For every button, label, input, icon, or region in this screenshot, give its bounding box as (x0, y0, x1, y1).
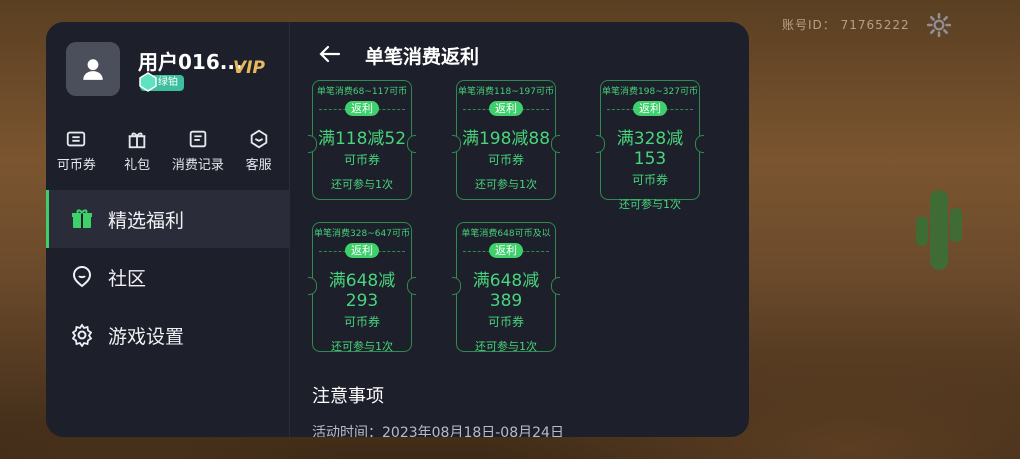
username: 用户016... (138, 50, 243, 74)
sidebar-item-label: 社区 (108, 267, 147, 290)
sidebar-item-settings[interactable]: 游戏设置 (46, 306, 289, 364)
sidebar: 用户016... VIP 绿铂 可币券 礼包 消费记录 客服 精选福利 社区 游… (46, 22, 290, 437)
coupon-unit: 可币券 (343, 315, 380, 329)
quick-coupon[interactable]: 可币券 (46, 128, 106, 173)
coupon-tag: 返利 (345, 101, 379, 116)
coupon-note: 还可参与1次 (475, 340, 537, 353)
background-cactus (916, 190, 962, 270)
sidebar-item-label: 游戏设置 (108, 325, 185, 348)
coupon-note: 还可参与1次 (331, 340, 393, 353)
level-badge: 绿铂 (139, 72, 184, 92)
coupon-rule: 单笔消费648可币及以 (461, 229, 551, 239)
coupon-amount: 满118减52 (317, 129, 407, 149)
quick-records[interactable]: 消费记录 (168, 128, 228, 173)
quick-service[interactable]: 客服 (229, 128, 289, 173)
quick-gift-label: 礼包 (124, 158, 151, 173)
receipt-icon (189, 130, 207, 148)
quick-records-label: 消费记录 (171, 158, 224, 173)
coupon-tag: 返利 (345, 243, 379, 258)
coupon-note: 还可参与1次 (331, 178, 393, 191)
quick-gift[interactable]: 礼包 (107, 128, 167, 173)
sidebar-item-label: 精选福利 (108, 209, 185, 232)
gear-icon[interactable] (926, 12, 952, 38)
sidebar-item-welfare[interactable]: 精选福利 (46, 190, 289, 248)
coupon-amount: 满198减88 (461, 129, 551, 149)
back-arrow-icon[interactable] (318, 42, 342, 66)
coupon-card[interactable]: 单笔消费198~327可币 返利 满328减153 可币券 还可参与1次 (596, 80, 704, 211)
coupon-amount: 满648减293 (328, 271, 396, 311)
coupon-rule: 单笔消费118~197可币 (458, 87, 554, 97)
coupon-amount: 满648减389 (472, 271, 540, 311)
community-icon (72, 266, 92, 288)
coupon-card[interactable]: 单笔消费648可币及以 返利 满648减389 可币券 还可参与1次 (452, 222, 560, 353)
notice-title: 注意事项 (312, 386, 384, 407)
coupon-unit: 可币券 (487, 315, 524, 329)
quick-actions: 可币券 礼包 消费记录 客服 (46, 128, 289, 173)
service-icon (250, 129, 267, 149)
user-icon (83, 59, 103, 80)
coupon-rule: 单笔消费328~647可币 (314, 229, 410, 239)
coupon-note: 还可参与1次 (475, 178, 537, 191)
vip-label: VIP (233, 58, 265, 78)
settings-icon (71, 323, 93, 347)
account-id: 账号ID： 71765222 (782, 18, 910, 32)
badge-label: 绿铂 (158, 77, 178, 88)
welfare-panel: 用户016... VIP 绿铂 可币券 礼包 消费记录 客服 精选福利 社区 游… (46, 22, 749, 437)
coupon-tag: 返利 (489, 101, 523, 116)
coupon-note: 还可参与1次 (619, 198, 681, 211)
sidebar-nav: 精选福利 社区 游戏设置 (46, 190, 289, 364)
gem-icon (139, 72, 157, 92)
page-title: 单笔消费返利 (365, 46, 480, 68)
ticket-icon (67, 131, 86, 147)
coupon-unit: 可币券 (487, 153, 524, 167)
coupon-unit: 可币券 (631, 173, 668, 187)
coupon-card[interactable]: 单笔消费118~197可币 返利 满198减88 可币券 还可参与1次 (452, 80, 560, 200)
main-content: 单笔消费返利 单笔消费68~117可币 返利 满118减52 可币券 还可参与1… (290, 22, 749, 437)
notice-text: 活动时间：2023年08月18日-08月24日 (312, 425, 564, 437)
coupon-unit: 可币券 (343, 153, 380, 167)
coupon-rule: 单笔消费198~327可币 (602, 87, 698, 97)
coupon-amount: 满328减153 (616, 129, 684, 169)
gift-icon (128, 132, 146, 149)
coupon-card[interactable]: 单笔消费328~647可币 返利 满648减293 可币券 还可参与1次 (308, 222, 416, 353)
coupon-rule: 单笔消费68~117可币 (316, 87, 408, 97)
coupon-tag: 返利 (489, 243, 523, 258)
sidebar-item-community[interactable]: 社区 (46, 248, 289, 306)
gift-box-icon (72, 209, 92, 228)
coupon-tag: 返利 (633, 101, 667, 116)
coupon-card[interactable]: 单笔消费68~117可币 返利 满118减52 可币券 还可参与1次 (308, 80, 416, 200)
quick-coupon-label: 可币券 (56, 158, 96, 173)
quick-service-label: 客服 (245, 158, 272, 173)
avatar[interactable] (66, 42, 120, 96)
